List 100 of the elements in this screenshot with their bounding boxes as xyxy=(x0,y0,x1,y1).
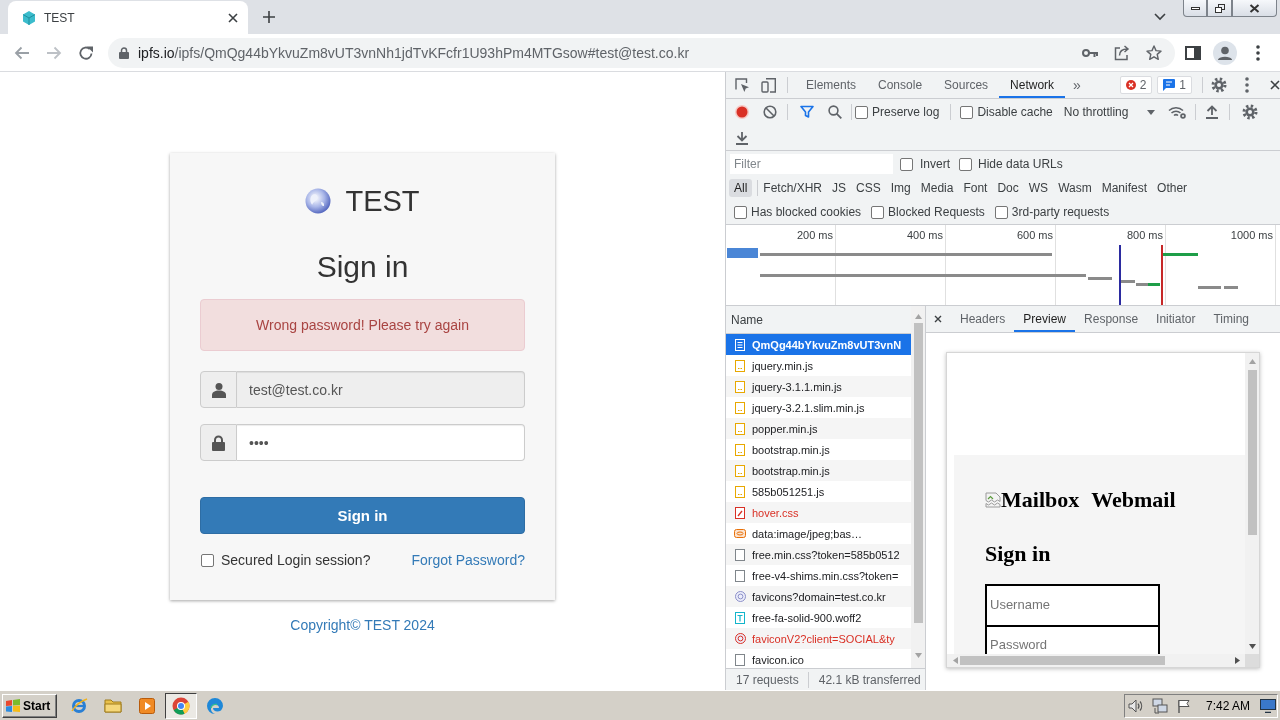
type-filter-button[interactable]: WS xyxy=(1023,179,1054,197)
request-row[interactable]: free.min.css?token=585b0512 xyxy=(726,544,911,565)
messages-badge[interactable]: 1 xyxy=(1157,76,1192,94)
filter-icon[interactable] xyxy=(800,105,814,119)
request-row[interactable]: 585b051251.js xyxy=(726,481,911,502)
type-filter-button[interactable]: Fetch/XHR xyxy=(758,179,828,197)
scrollbar[interactable] xyxy=(1245,353,1259,654)
request-row[interactable]: jquery-3.1.1.min.js xyxy=(726,376,911,397)
taskbar-button[interactable] xyxy=(165,692,197,719)
sign-in-button[interactable]: Sign in xyxy=(200,497,525,534)
share-icon[interactable] xyxy=(1114,44,1130,61)
detail-tab[interactable]: Headers xyxy=(951,306,1015,332)
scrollbar[interactable] xyxy=(911,306,925,668)
request-row[interactable]: data:image/jpeg;bas… xyxy=(726,523,911,544)
close-icon[interactable] xyxy=(1270,80,1280,90)
panel-tab[interactable]: Network xyxy=(999,72,1066,98)
wifi-gear-icon[interactable] xyxy=(1168,105,1187,119)
record-icon[interactable] xyxy=(735,105,749,119)
key-icon[interactable] xyxy=(1082,48,1098,57)
checkbox[interactable] xyxy=(959,157,972,171)
flag-icon[interactable] xyxy=(1177,698,1191,713)
throttling-select[interactable]: No throttling xyxy=(1063,105,1156,119)
lock-icon[interactable] xyxy=(119,46,129,59)
device-toolbar-icon[interactable] xyxy=(761,77,777,93)
side-panel-icon[interactable] xyxy=(1185,45,1201,60)
back-icon[interactable] xyxy=(14,45,30,60)
forgot-password-link[interactable]: Forgot Password? xyxy=(411,552,525,568)
minimize-button[interactable] xyxy=(1183,0,1207,17)
request-row[interactable]: jquery.min.js xyxy=(726,355,911,376)
profile-avatar-icon[interactable] xyxy=(1213,40,1237,65)
network-icon[interactable] xyxy=(1152,697,1168,714)
browser-tab[interactable]: TEST xyxy=(8,1,248,34)
checkbox[interactable] xyxy=(201,553,214,567)
request-row[interactable]: QmQg44bYkvuZm8vUT3vnN xyxy=(726,334,911,355)
panel-tab[interactable]: Sources xyxy=(933,72,1000,98)
address-bar[interactable]: ipfs.io/ipfs/QmQg44bYkvuZm8vUT3vnNh1jdTvKFcfr1U93hPm4MTGsow#test@test.co.kr xyxy=(108,37,1175,68)
request-row[interactable]: bootstrap.min.js xyxy=(726,439,911,460)
type-filter-button[interactable]: All xyxy=(729,179,753,197)
close-icon[interactable] xyxy=(934,315,942,323)
checkbox[interactable] xyxy=(994,205,1008,219)
more-tabs-button[interactable]: » xyxy=(1073,77,1081,93)
text-field[interactable]: Password xyxy=(985,625,1160,654)
settings-icon[interactable] xyxy=(1242,104,1259,120)
search-icon[interactable] xyxy=(828,105,842,119)
request-row[interactable]: favicon.ico xyxy=(726,649,911,668)
panel-tab[interactable]: Console xyxy=(867,72,934,98)
scrollbar-thumb[interactable] xyxy=(913,323,923,623)
scrollbar-thumb[interactable] xyxy=(1247,370,1257,535)
filter-field[interactable]: Filter xyxy=(730,154,893,174)
type-filter-button[interactable]: Img xyxy=(885,179,916,197)
request-row[interactable]: hover.css xyxy=(726,502,911,523)
scrollbar-thumb[interactable] xyxy=(960,656,1165,665)
detail-tab[interactable]: Response xyxy=(1075,306,1148,332)
type-filter-button[interactable]: Manifest xyxy=(1096,179,1153,197)
download-icon[interactable] xyxy=(736,130,748,145)
password-field[interactable]: •••• xyxy=(237,424,525,461)
request-row[interactable]: jquery-3.2.1.slim.min.js xyxy=(726,397,911,418)
request-row[interactable]: favicons?domain=test.co.kr xyxy=(726,586,911,607)
menu-icon[interactable] xyxy=(1245,77,1249,93)
errors-badge[interactable]: 2 xyxy=(1119,76,1153,94)
copyright-link[interactable]: Copyright© TEST 2024 xyxy=(290,615,435,635)
type-filter-button[interactable]: Font xyxy=(958,179,993,197)
detail-tab[interactable]: Preview xyxy=(1014,306,1076,332)
chevron-down-icon[interactable] xyxy=(1154,13,1166,21)
checkbox[interactable] xyxy=(960,105,974,119)
settings-icon[interactable] xyxy=(1211,77,1227,93)
menu-icon[interactable] xyxy=(1256,44,1260,61)
type-filter-button[interactable]: CSS xyxy=(851,179,886,197)
checkbox[interactable] xyxy=(900,157,913,171)
type-filter-button[interactable]: Doc xyxy=(992,179,1024,197)
detail-tab[interactable]: Timing xyxy=(1204,306,1258,332)
checkbox[interactable] xyxy=(871,205,885,219)
restore-button[interactable] xyxy=(1207,0,1232,17)
type-filter-button[interactable]: Other xyxy=(1152,179,1193,197)
panel-tab[interactable]: Elements xyxy=(795,72,868,98)
request-row[interactable]: faviconV2?client=SOCIAL&ty xyxy=(726,628,911,649)
type-filter-button[interactable]: Media xyxy=(915,179,959,197)
checkbox[interactable] xyxy=(734,205,747,219)
speaker-icon[interactable] xyxy=(1128,698,1144,713)
new-tab-icon[interactable] xyxy=(263,11,275,23)
upload-icon[interactable] xyxy=(1206,105,1219,119)
email-field[interactable]: test@test.co.kr xyxy=(237,371,525,408)
clear-icon[interactable] xyxy=(763,105,777,119)
start-button[interactable]: Start xyxy=(2,693,57,718)
text-field[interactable]: Username xyxy=(985,584,1160,627)
request-row[interactable]: popper.min.js xyxy=(726,418,911,439)
star-icon[interactable] xyxy=(1146,44,1162,61)
monitor-icon[interactable] xyxy=(1260,698,1276,713)
checkbox[interactable] xyxy=(855,105,868,119)
close-icon[interactable] xyxy=(228,12,238,23)
scrollbar[interactable] xyxy=(947,654,1245,667)
request-row[interactable]: bootstrap.min.js xyxy=(726,460,911,481)
detail-tab[interactable]: Initiator xyxy=(1147,306,1205,332)
close-button[interactable] xyxy=(1232,0,1277,17)
type-filter-button[interactable]: JS xyxy=(827,179,852,197)
type-filter-button[interactable]: Wasm xyxy=(1053,179,1097,197)
reload-icon[interactable] xyxy=(78,44,94,61)
request-row[interactable]: free-v4-shims.min.css?token= xyxy=(726,565,911,586)
inspect-icon[interactable] xyxy=(734,77,750,93)
request-row[interactable]: free-fa-solid-900.woff2 xyxy=(726,607,911,628)
